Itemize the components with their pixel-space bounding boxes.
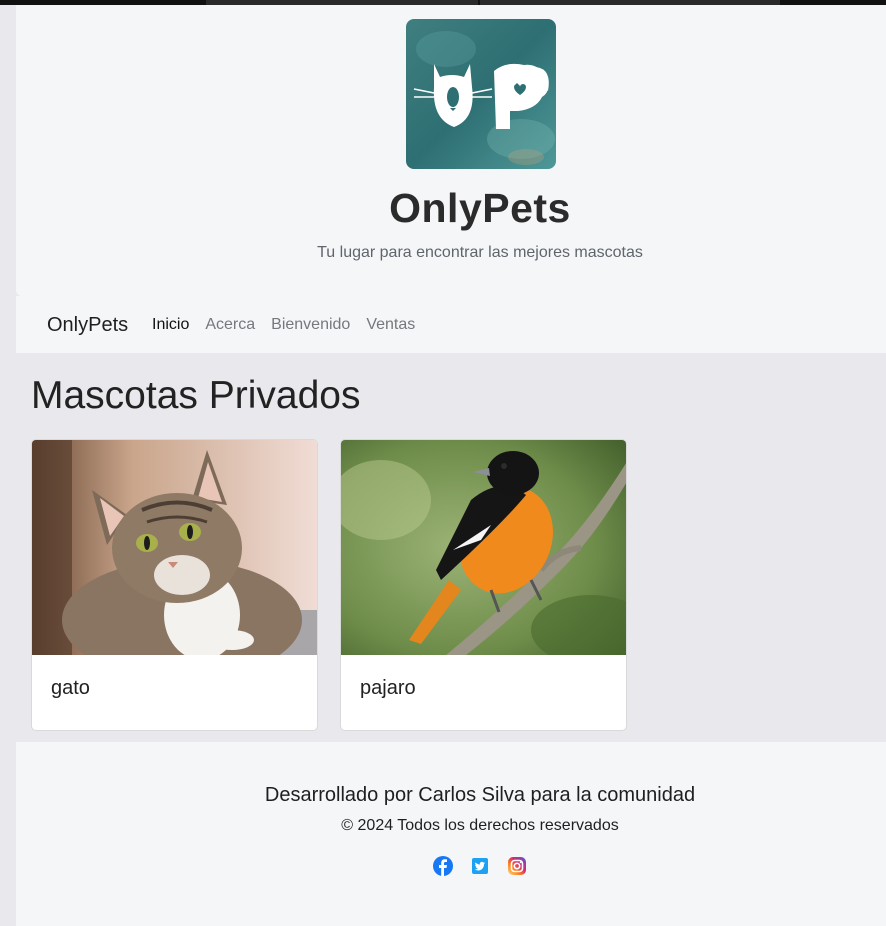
nav-link-acerca[interactable]: Acerca	[205, 316, 255, 334]
pet-card-pajaro[interactable]: pajaro	[340, 439, 627, 731]
navbar-brand[interactable]: OnlyPets	[47, 314, 128, 337]
pet-card-gato[interactable]: gato	[31, 439, 318, 731]
site-subtitle: Tu lugar para encontrar las mejores masc…	[317, 244, 643, 261]
navbar: OnlyPets Inicio Acerca Bienvenido Ventas	[16, 296, 886, 353]
pet-card-name: pajaro	[360, 677, 416, 699]
facebook-icon[interactable]	[433, 856, 453, 876]
left-gutter	[0, 5, 16, 926]
twitter-icon[interactable]	[470, 856, 490, 876]
site-title: OnlyPets	[389, 185, 571, 231]
social-links	[433, 856, 527, 876]
nav-link-inicio[interactable]: Inicio	[152, 316, 189, 334]
page-title: Mascotas Privados	[31, 374, 361, 417]
nav-links: Inicio Acerca Bienvenido Ventas	[152, 316, 415, 334]
footer-copyright: © 2024 Todos los derechos reservados	[341, 817, 619, 834]
pet-card-name: gato	[51, 677, 90, 699]
site-logo[interactable]	[406, 19, 556, 169]
nav-link-ventas[interactable]: Ventas	[366, 316, 415, 334]
logo-image	[406, 19, 556, 169]
cat-photo	[32, 440, 317, 655]
site-header: OnlyPets Tu lugar para encontrar las mej…	[16, 5, 886, 296]
nav-link-bienvenido[interactable]: Bienvenido	[271, 316, 350, 334]
footer-credit: Desarrollado por Carlos Silva para la co…	[264, 784, 696, 806]
bird-photo	[341, 440, 626, 655]
instagram-icon[interactable]	[507, 856, 527, 876]
site-footer: Desarrollado por Carlos Silva para la co…	[16, 742, 886, 926]
